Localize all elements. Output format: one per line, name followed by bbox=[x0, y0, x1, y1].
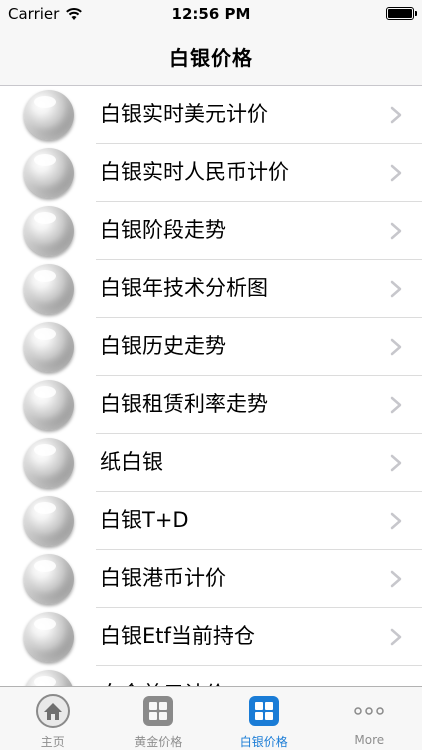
list-item[interactable]: 白银年技术分析图 bbox=[0, 260, 422, 318]
silver-ball-icon bbox=[24, 554, 74, 604]
list-item-label: 白银实时美元计价 bbox=[100, 102, 268, 126]
list-item-label: 白银年技术分析图 bbox=[100, 276, 268, 300]
tab-silver-price[interactable]: 白银价格 bbox=[211, 687, 317, 750]
silver-ball-icon bbox=[24, 380, 74, 430]
list-item[interactable]: 白银租赁利率走势 bbox=[0, 376, 422, 434]
list-item-label: 白银港币计价 bbox=[100, 566, 226, 590]
list-item[interactable]: 白银实时人民币计价 bbox=[0, 144, 422, 202]
silver-ball-icon bbox=[24, 206, 74, 256]
list-item[interactable]: 白金美元计价 bbox=[0, 666, 422, 686]
list-item-label: 白银Etf当前持仓 bbox=[100, 624, 255, 648]
chevron-right-icon bbox=[390, 454, 402, 472]
status-time: 12:56 PM bbox=[171, 5, 251, 23]
list-item-label: 白银租赁利率走势 bbox=[100, 392, 268, 416]
chevron-right-icon bbox=[390, 106, 402, 124]
status-bar: Carrier 12:56 PM bbox=[0, 0, 422, 28]
tab-label: 黄金价格 bbox=[134, 735, 183, 749]
list-item[interactable]: 白银Etf当前持仓 bbox=[0, 608, 422, 666]
more-dots-icon bbox=[351, 693, 387, 729]
chevron-right-icon bbox=[390, 396, 402, 414]
silver-ball-icon bbox=[24, 438, 74, 488]
chevron-right-icon bbox=[390, 512, 402, 530]
silver-ball-icon bbox=[24, 670, 74, 686]
silver-ball-icon bbox=[24, 90, 74, 140]
list-item-label: 白银实时人民币计价 bbox=[100, 160, 289, 184]
silver-ball-icon bbox=[24, 612, 74, 662]
grid-icon bbox=[246, 693, 282, 729]
tab-label: 白银价格 bbox=[239, 735, 288, 749]
tab-label: More bbox=[354, 733, 385, 747]
page-title: 白银价格 bbox=[169, 46, 253, 70]
list-item[interactable]: 白银实时美元计价 bbox=[0, 86, 422, 144]
list-item[interactable]: 纸白银 bbox=[0, 434, 422, 492]
chevron-right-icon bbox=[390, 628, 402, 646]
tab-gold-price[interactable]: 黄金价格 bbox=[106, 687, 212, 750]
silver-ball-icon bbox=[24, 148, 74, 198]
chevron-right-icon bbox=[390, 280, 402, 298]
navigation-bar: 白银价格 bbox=[0, 28, 422, 86]
home-icon bbox=[35, 693, 71, 729]
tab-label: 主页 bbox=[40, 735, 65, 749]
tab-bar: 主页 黄金价格 白银价格 More bbox=[0, 686, 422, 750]
tab-more[interactable]: More bbox=[317, 687, 422, 750]
silver-ball-icon bbox=[24, 496, 74, 546]
list-item[interactable]: 白银阶段走势 bbox=[0, 202, 422, 260]
list-item[interactable]: 白银港币计价 bbox=[0, 550, 422, 608]
chevron-right-icon bbox=[390, 338, 402, 356]
list-item[interactable]: 白银历史走势 bbox=[0, 318, 422, 376]
list-item[interactable]: 白银T+D bbox=[0, 492, 422, 550]
silver-ball-icon bbox=[24, 322, 74, 372]
list-item-label: 白银历史走势 bbox=[100, 334, 226, 358]
silver-ball-icon bbox=[24, 264, 74, 314]
list-item-label: 纸白银 bbox=[100, 450, 163, 474]
tab-home[interactable]: 主页 bbox=[0, 687, 106, 750]
list-item-label: 白银T+D bbox=[100, 508, 189, 532]
list-item-label: 白银阶段走势 bbox=[100, 218, 226, 242]
chevron-right-icon bbox=[390, 164, 402, 182]
chevron-right-icon bbox=[390, 570, 402, 588]
grid-icon bbox=[140, 693, 176, 729]
chevron-right-icon bbox=[390, 222, 402, 240]
battery-icon bbox=[386, 7, 417, 20]
silver-price-list[interactable]: 白银实时美元计价 白银实时人民币计价 白银阶段走势白银年技术分析图 白银历史走势白银租… bbox=[0, 86, 422, 686]
